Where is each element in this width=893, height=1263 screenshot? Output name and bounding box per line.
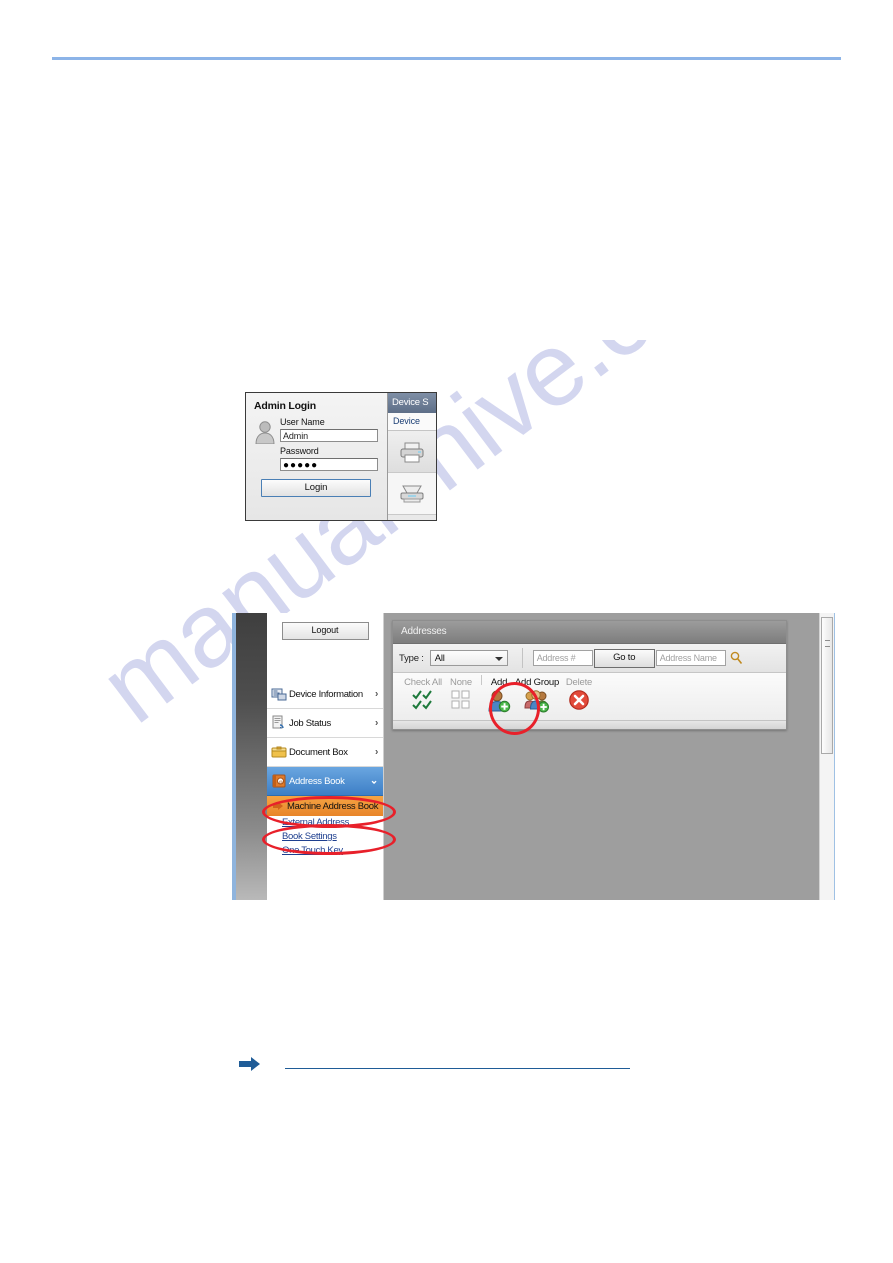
- scrollbar-thumb[interactable]: [821, 617, 833, 754]
- addresses-toolbar: Check All None Add Add Group Delete: [393, 673, 786, 720]
- sidebar-item-device-information[interactable]: Device Information ›: [267, 680, 383, 709]
- nav-spacer-4: [267, 670, 383, 680]
- printer-icon: [400, 442, 424, 462]
- web-server-screenshot: Logout Device Information › Job Status ›…: [232, 613, 839, 900]
- delete-icon: [569, 690, 589, 710]
- sidebar-label-document-box: Document Box: [289, 746, 348, 758]
- sidebar-nav: Logout Device Information › Job Status ›…: [267, 613, 384, 900]
- sidebar-item-job-status[interactable]: Job Status ›: [267, 709, 383, 738]
- address-number-input[interactable]: Address #: [532, 650, 593, 666]
- window-right-band: [834, 613, 839, 900]
- sidebar-sublabel: Machine Address Book: [287, 800, 379, 812]
- username-input[interactable]: Admin: [280, 429, 378, 442]
- sidebar-link-book-settings[interactable]: Book Settings: [267, 830, 383, 844]
- user-avatar-icon: [255, 421, 275, 444]
- admin-login-screenshot: Admin Login User Name Admin Password ●●●…: [245, 392, 437, 521]
- addresses-panel-footer: [393, 720, 786, 729]
- main-content-area: Addresses Type : All Address # Go to Add…: [384, 613, 820, 900]
- cross-reference[interactable]: [239, 1056, 630, 1072]
- chevron-right-icon: ›: [374, 688, 378, 700]
- vertical-scrollbar[interactable]: [819, 613, 834, 900]
- nav-spacer-3: [267, 660, 383, 670]
- admin-login-title: Admin Login: [254, 400, 316, 412]
- scrollbar-grip-icon: [825, 640, 830, 647]
- password-label: Password: [280, 446, 319, 456]
- job-status-icon: [272, 715, 284, 729]
- addresses-filter-row: Type : All Address # Go to Address Name: [393, 644, 786, 673]
- filter-divider: [521, 648, 523, 668]
- sidebar-link-one-touch-key[interactable]: One Touch Key: [267, 844, 383, 858]
- device-information-icon: [271, 688, 287, 701]
- addresses-panel-title: Addresses: [393, 621, 786, 644]
- toolbar-delete[interactable]: Delete: [549, 677, 609, 716]
- address-name-input[interactable]: Address Name: [655, 650, 726, 666]
- device-settings-header: Device S: [388, 393, 436, 413]
- window-dark-strip: [236, 613, 267, 900]
- admin-login-dialog: Admin Login User Name Admin Password ●●●…: [246, 393, 388, 520]
- toolbar-label-delete: Delete: [565, 677, 593, 688]
- chevron-down-icon-select: [494, 657, 503, 661]
- scanner-icon: [400, 485, 424, 502]
- blue-right-arrow-icon: [239, 1057, 260, 1071]
- addresses-panel: Addresses Type : All Address # Go to Add…: [392, 620, 787, 730]
- svg-text:@: @: [279, 779, 283, 784]
- goto-button[interactable]: Go to: [593, 648, 655, 668]
- printer-cell[interactable]: [388, 431, 436, 473]
- document-box-icon: [271, 746, 287, 758]
- chevron-right-icon-2: ›: [374, 717, 378, 729]
- username-label: User Name: [280, 417, 325, 427]
- nav-spacer-2: [267, 650, 383, 660]
- logout-button[interactable]: Logout: [281, 622, 369, 640]
- address-book-icon: @: [272, 774, 286, 788]
- sidebar-label-device-information: Device Information: [289, 688, 363, 700]
- tab-device[interactable]: Device: [388, 413, 436, 431]
- sidebar-item-address-book[interactable]: @ Address Book ⌄: [267, 767, 383, 796]
- sidebar-label-job-status: Job Status: [289, 717, 331, 729]
- scanner-cell[interactable]: [388, 473, 436, 515]
- add-group-icon: [524, 690, 549, 713]
- type-select-value: All: [434, 653, 445, 664]
- cross-reference-underline: [285, 1067, 630, 1069]
- orange-arrow-icon: [273, 802, 283, 810]
- sidebar-link-external-address[interactable]: External Address: [267, 816, 383, 830]
- page-header-rule: [52, 57, 841, 60]
- chevron-right-icon-3: ›: [374, 746, 378, 758]
- password-input[interactable]: ●●●●●: [280, 458, 378, 471]
- sidebar-item-document-box[interactable]: Document Box ›: [267, 738, 383, 767]
- magnifier-icon[interactable]: [730, 651, 743, 665]
- login-button[interactable]: Login: [261, 479, 371, 497]
- sidebar-subitem-machine-address-book[interactable]: Machine Address Book: [267, 796, 383, 816]
- sidebar-label-address-book: Address Book: [289, 775, 345, 787]
- chevron-down-icon: ⌄: [369, 775, 378, 787]
- device-settings-panel: Device S Device: [388, 393, 436, 520]
- type-select[interactable]: All: [429, 650, 508, 666]
- type-label: Type :: [399, 652, 424, 664]
